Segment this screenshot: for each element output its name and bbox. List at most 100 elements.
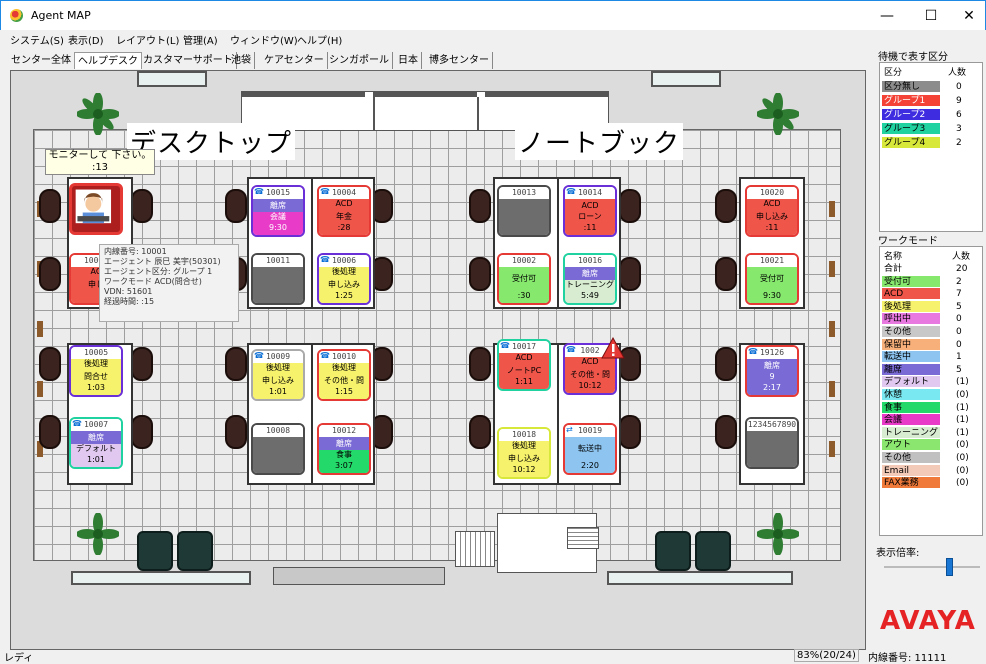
agent-card-10009[interactable]: 10009 ☎ 後処理 申し込み 1:01 [251, 349, 305, 401]
legend-row: 後処理 5 [882, 300, 982, 313]
legend-label: グループ1 [882, 95, 940, 106]
agent-card-10001[interactable] [69, 183, 123, 235]
legend-count: (1) [956, 415, 969, 426]
agent-skill: 申し込み [499, 454, 549, 465]
agent-avatar-icon [75, 189, 112, 224]
minimize-button[interactable]: — [869, 5, 905, 27]
legend-row: その他 (0) [882, 452, 982, 464]
agent-reason: トレーニング [565, 280, 615, 291]
legend-row: 会議 (1) [882, 414, 982, 426]
zoom-slider-thumb[interactable] [946, 558, 954, 576]
agent-timer: 1:11 [499, 377, 549, 389]
agent-reason: 9 [747, 372, 797, 383]
tab-center-all[interactable]: センター全体 [8, 52, 75, 69]
chair [469, 347, 491, 381]
menu-layout[interactable]: レイアウト(L) [116, 32, 179, 47]
legend-count: (0) [956, 465, 969, 476]
legend-row: ACD 7 [882, 288, 982, 300]
menu-view[interactable]: 表示(D) [68, 32, 104, 47]
menu-help[interactable]: ヘルプ(H) [297, 32, 342, 47]
agent-card-10016[interactable]: 10016 離席 トレーニング 5:49 [563, 253, 617, 305]
agent-card-10005[interactable]: 10005 後処理 問合せ 1:03 [69, 345, 123, 397]
legend-label: 休憩 [882, 389, 940, 400]
tab-care-center[interactable]: ケアセンター [261, 52, 328, 69]
chair [715, 257, 737, 291]
agent-card-10011[interactable]: 10011 [251, 253, 305, 305]
agent-card-10008[interactable]: 10008 [251, 423, 305, 475]
workmode-legend-title: ワークモード [878, 236, 938, 247]
legend-row: 合計 20 [882, 263, 982, 275]
tab-japan[interactable]: 日本 [395, 52, 422, 69]
legend-row: グループ4 2 [882, 137, 982, 149]
agent-card-10020[interactable]: 10020 ACD 申し込み :11 [745, 185, 799, 237]
tab-singapore[interactable]: シンガポール [326, 52, 393, 69]
legend-count: 0 [956, 327, 962, 337]
legend-label: トレーニング [882, 426, 940, 438]
tab-helpdesk[interactable]: ヘルプデスク [74, 52, 142, 69]
agent-tooltip: 内線番号: 10001 エージェント 辰巳 美宇(50301) エージェント区分… [99, 244, 239, 322]
shelf [829, 441, 835, 457]
shelf [829, 321, 835, 337]
agent-card-10014[interactable]: 10014 ☎ ACD ローン :11 [563, 185, 617, 237]
chair [225, 415, 247, 449]
phone-icon: ☎ [320, 255, 330, 264]
agent-mode: ACD [747, 199, 797, 212]
legend-count: 5 [956, 364, 962, 375]
tab-customer-support[interactable]: カスタマーサポート [140, 52, 237, 69]
partition-rail [241, 91, 365, 97]
agent-card-10013[interactable]: 10013 [497, 185, 551, 237]
chair [619, 415, 641, 449]
agent-card-19126[interactable]: 19126 ☎ 離席 9 2:17 [745, 345, 799, 397]
legend-count: 0 [956, 82, 962, 92]
legend-count: 7 [956, 289, 962, 300]
agent-card-10017[interactable]: 10017 ☎ ACD ノートPC 1:11 [497, 339, 551, 391]
tab-ikebukuro[interactable]: 池袋 [228, 52, 255, 69]
legend-panel: 待機で表す区分 区分 人数 区分無し 0 グループ1 9 グループ2 6 グループ3 3 … [876, 46, 986, 646]
phone-icon: ☎ [320, 351, 330, 360]
agent-timer: 2:17 [747, 383, 797, 395]
legend-count: (0) [956, 453, 969, 463]
agent-card-1234567890[interactable]: 1234567890 [745, 417, 799, 469]
legend-label: 離席 [882, 363, 940, 375]
legend-label: 後処理 [882, 300, 940, 312]
window-bottom-right [607, 571, 793, 585]
legend-count: (1) [956, 377, 969, 388]
maximize-button[interactable]: ☐ [913, 5, 949, 27]
chair [225, 189, 247, 223]
agent-card-10002[interactable]: 10002 受付可 :30 [497, 253, 551, 305]
menu-admin[interactable]: 管理(A) [183, 32, 218, 47]
agent-ext: 10008 [253, 425, 303, 436]
tooltip-line: 内線番号: 10001 [104, 247, 167, 256]
shelf [37, 381, 43, 397]
agent-card-10010[interactable]: 10010 ☎ 後処理 その他・問 1:15 [317, 349, 371, 401]
floor-map[interactable]: デスクトップ ノートブック 10015 ☎ 離席 会議 9:30 10004 ☎… [10, 70, 866, 650]
agent-card-10021[interactable]: 10021 受付可 9:30 [745, 253, 799, 305]
agent-card-10015[interactable]: 10015 ☎ 離席 会議 9:30 [251, 185, 305, 237]
legend-row: 休憩 (0) [882, 389, 982, 401]
zoom-slider-track[interactable] [884, 566, 980, 568]
legend-count: 20 [956, 264, 968, 274]
agent-card-10004[interactable]: 10004 ☎ ACD 年金 :28 [317, 185, 371, 237]
agent-card-10006[interactable]: 10006 ☎ 後処理 申し込み 1:25 [317, 253, 371, 305]
legend-label: その他 [882, 452, 940, 463]
agent-card-10019[interactable]: 10019 ⇄ 転送中 2:20 [563, 423, 617, 475]
tab-hakata-center[interactable]: 博多センター [426, 52, 493, 69]
phone-icon: ☎ [566, 345, 576, 354]
agent-card-10007[interactable]: 10007 ☎ 離席 デフォルト 1:01 [69, 417, 123, 469]
warning-icon[interactable] [601, 337, 625, 359]
agent-status: 離席 [71, 431, 121, 444]
legend-row: グループ1 9 [882, 95, 982, 107]
menu-window[interactable]: ウィンドウ(W) [230, 32, 298, 47]
agent-idle-fill [499, 199, 549, 235]
close-button[interactable]: ✕ [951, 5, 986, 27]
agent-skill: その他・問 [319, 376, 369, 387]
agent-mode: 受付可 [747, 267, 797, 291]
legend-label: 呼出中 [882, 313, 940, 325]
menu-system[interactable]: システム(S) [10, 32, 64, 47]
chair [715, 347, 737, 381]
agent-mode: ACD [565, 199, 615, 212]
agent-card-10012[interactable]: 10012 離席 食事 3:07 [317, 423, 371, 475]
agent-skill: 問合せ [71, 372, 121, 383]
agent-card-10018[interactable]: 10018 後処理 申し込み 10:12 [497, 427, 551, 479]
tooltip-line: エージェント区分: グループ 1 [104, 267, 213, 276]
